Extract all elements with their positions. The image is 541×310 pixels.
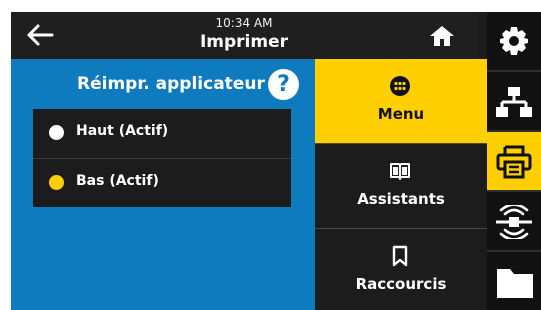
menu-button[interactable]: Menu xyxy=(315,59,487,143)
printer-screen: 10:34 AM Imprimer Réimpr. applicateur ? … xyxy=(11,12,541,310)
print-rail-button[interactable] xyxy=(487,132,541,190)
option-label: Bas (Actif) xyxy=(76,173,159,189)
shortcuts-label: Raccourcis xyxy=(355,275,447,293)
option-label: Haut (Actif) xyxy=(76,123,169,139)
network-rail-button[interactable] xyxy=(487,72,541,130)
rfid-icon xyxy=(496,205,532,239)
settings-panel: Réimpr. applicateur ? Haut (Actif) Bas (… xyxy=(11,59,315,310)
header-bar: 10:34 AM Imprimer xyxy=(11,12,477,59)
radio-selected-icon xyxy=(49,175,64,190)
radio-unselected-icon xyxy=(49,125,64,140)
home-icon[interactable] xyxy=(429,24,455,48)
assistants-label: Assistants xyxy=(357,190,445,208)
panel-title: Réimpr. applicateur xyxy=(77,74,265,94)
menu-column: Menu Assistants Raccourcis xyxy=(315,59,487,310)
files-rail-button[interactable] xyxy=(487,252,541,310)
book-icon xyxy=(389,160,411,182)
option-haut[interactable]: Haut (Actif) xyxy=(33,109,291,157)
assistants-button[interactable]: Assistants xyxy=(315,144,487,228)
gear-icon xyxy=(500,27,528,55)
settings-rail-button[interactable] xyxy=(487,12,541,70)
side-rail xyxy=(487,12,541,310)
shortcuts-button[interactable]: Raccourcis xyxy=(315,229,487,310)
clock-time: 10:34 AM xyxy=(215,16,273,30)
option-list: Haut (Actif) Bas (Actif) xyxy=(33,109,291,207)
help-button[interactable]: ? xyxy=(268,69,299,100)
dots-icon xyxy=(389,75,411,97)
printer-icon xyxy=(496,145,532,179)
network-icon xyxy=(496,87,532,117)
menu-label: Menu xyxy=(377,105,425,123)
page-title: Imprimer xyxy=(199,32,289,52)
rfid-rail-button[interactable] xyxy=(487,192,541,250)
bookmark-icon xyxy=(389,245,411,267)
option-bas[interactable]: Bas (Actif) xyxy=(33,159,291,207)
folder-icon xyxy=(497,269,533,298)
